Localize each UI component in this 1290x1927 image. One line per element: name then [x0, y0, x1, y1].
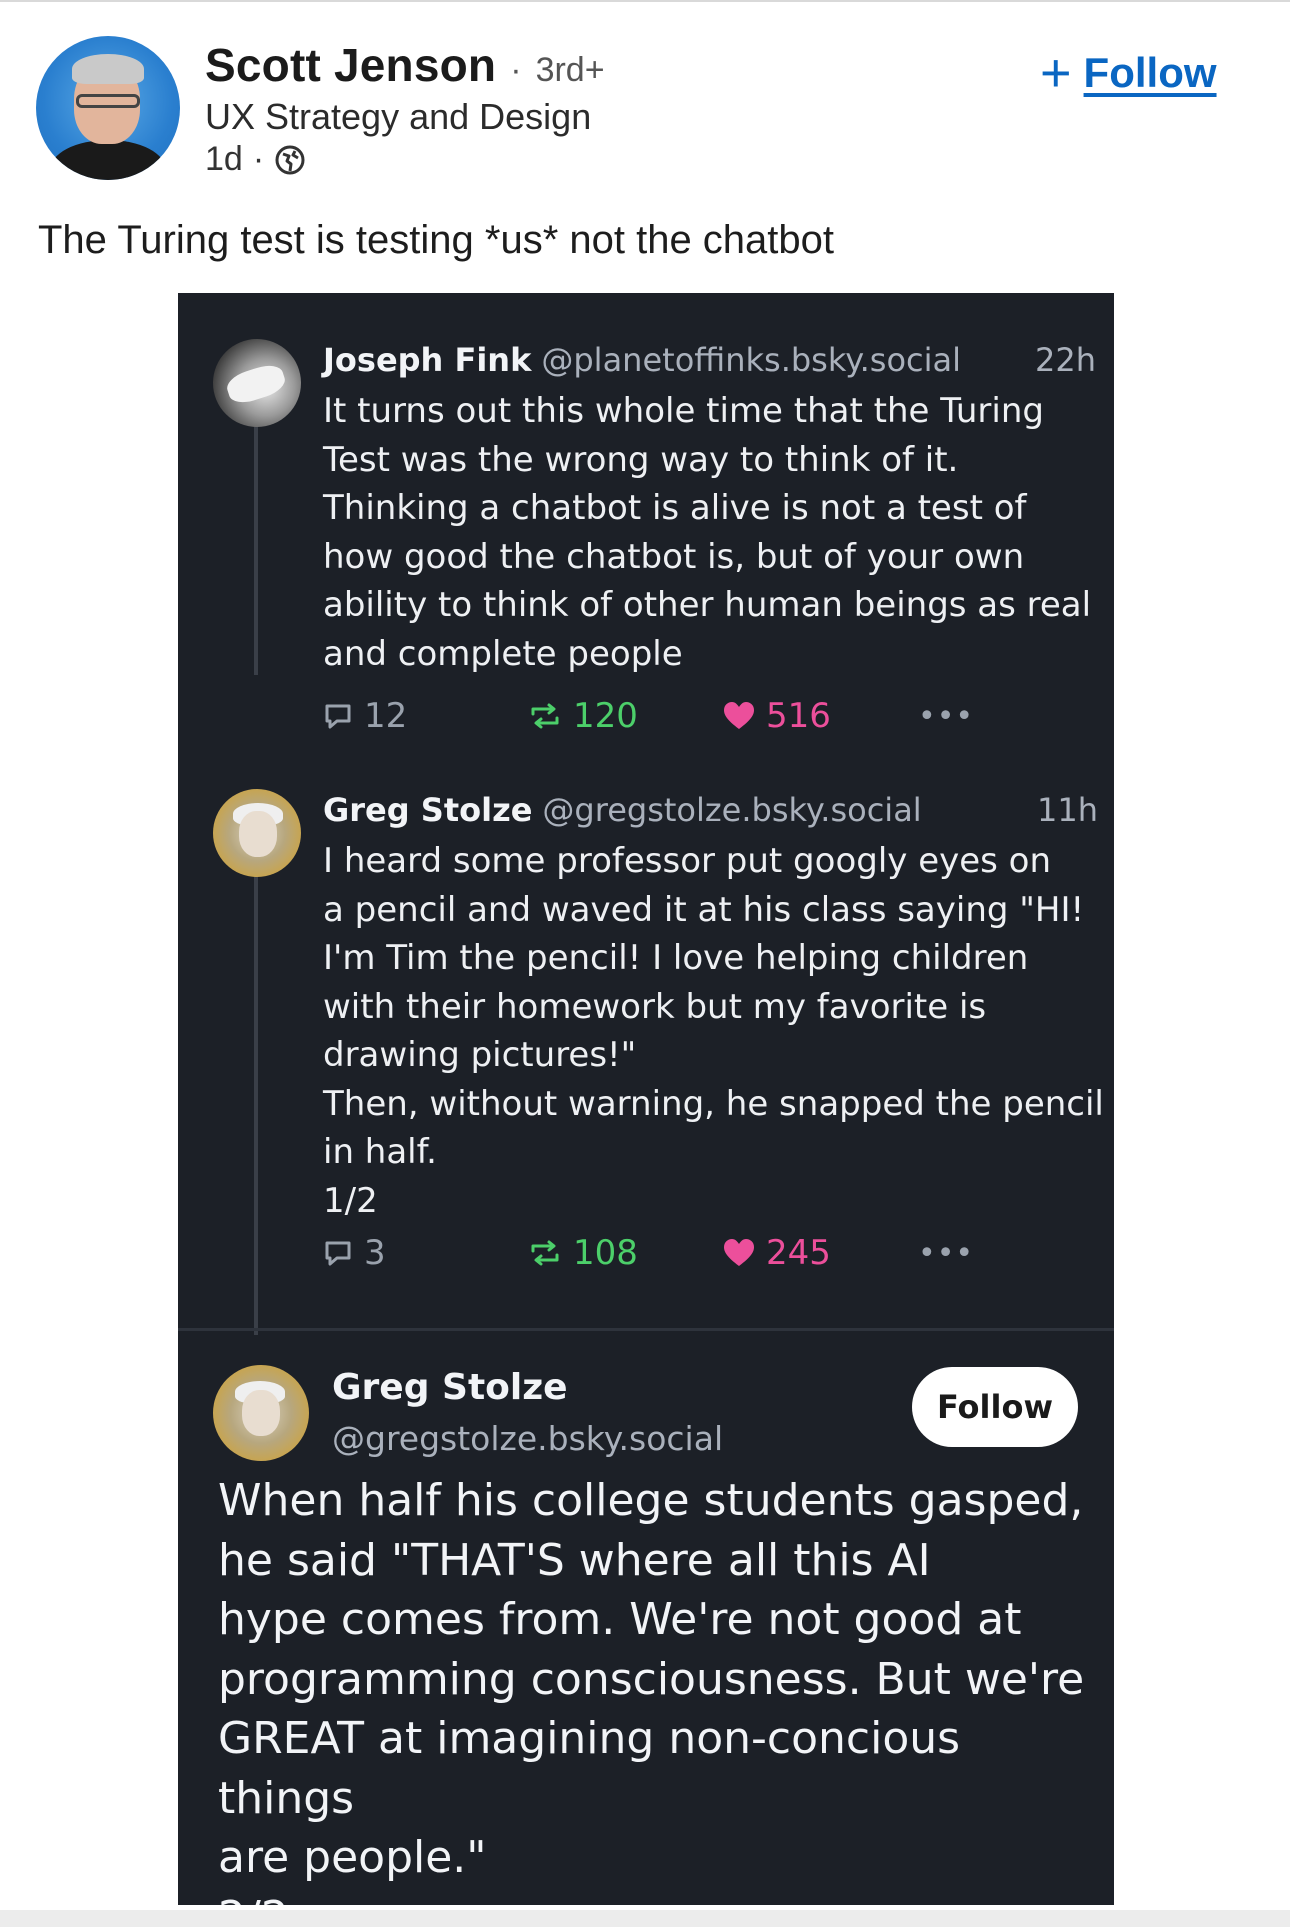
post-meta: 1d ·: [205, 140, 306, 179]
divider: [178, 1328, 1114, 1331]
post-author-name: Greg Stolze: [323, 791, 533, 829]
follow-button[interactable]: + Follow: [1040, 46, 1217, 100]
reply-button[interactable]: 12: [322, 696, 527, 736]
focused-author-handle: @gregstolze.bsky.social: [332, 1419, 724, 1458]
like-count: 245: [766, 1233, 831, 1273]
post-author-name: Joseph Fink: [323, 341, 532, 379]
like-button[interactable]: 245: [722, 1233, 918, 1273]
separator-dot: ·: [252, 140, 265, 178]
thread-line: [254, 405, 258, 675]
post-age: 1d: [205, 140, 243, 178]
like-count: 516: [766, 696, 831, 736]
more-options-icon[interactable]: •••: [918, 1236, 974, 1271]
focused-post-body: When half his college students gasped, h…: [218, 1475, 1085, 1905]
post-body: It turns out this whole time that the Tu…: [323, 391, 1092, 674]
thread-post-header: Joseph Fink @planetoffinks.bsky.social: [323, 341, 961, 379]
avatar[interactable]: [213, 1365, 309, 1461]
reply-button[interactable]: 3: [322, 1233, 527, 1273]
like-button[interactable]: 516: [722, 696, 918, 736]
focused-author-name[interactable]: Greg Stolze: [332, 1367, 568, 1408]
repost-button[interactable]: 120: [527, 696, 722, 736]
more-options-icon[interactable]: •••: [918, 699, 974, 734]
follow-label: Follow: [1083, 49, 1217, 96]
avatar[interactable]: [213, 789, 301, 877]
repost-count: 120: [573, 696, 638, 736]
author-name-row: Scott Jenson · 3rd+: [205, 38, 605, 92]
author-headline: UX Strategy and Design: [205, 96, 592, 137]
separator-dot: ·: [510, 51, 522, 89]
repost-button[interactable]: 108: [527, 1233, 722, 1273]
post-body: I heard some professor put googly eyes o…: [323, 841, 1104, 1221]
repost-icon: [531, 1240, 559, 1266]
bottom-band: [0, 1910, 1290, 1927]
author-name[interactable]: Scott Jenson: [205, 38, 496, 92]
top-divider: [0, 0, 1290, 2]
avatar[interactable]: [213, 339, 301, 427]
author-avatar[interactable]: [36, 36, 180, 180]
connection-degree: 3rd+: [535, 51, 605, 89]
plus-icon: +: [1040, 43, 1072, 103]
heart-icon: [724, 702, 754, 729]
thread-line: [254, 855, 258, 1335]
reply-count: 12: [364, 696, 408, 736]
post-text: The Turing test is testing *us* not the …: [38, 218, 835, 262]
globe-icon: [274, 144, 306, 176]
follow-button[interactable]: Follow: [912, 1367, 1078, 1447]
post-actions: 3 108 245 •••: [322, 1233, 974, 1273]
post-time: 11h: [1037, 791, 1098, 829]
embedded-screenshot[interactable]: Joseph Fink @planetoffinks.bsky.social 2…: [178, 293, 1114, 1905]
heart-icon: [724, 1239, 754, 1266]
reply-icon: [325, 1241, 351, 1266]
reply-icon: [325, 704, 351, 729]
reply-count: 3: [364, 1233, 386, 1273]
post-author-handle: @gregstolze.bsky.social: [542, 791, 922, 829]
repost-icon: [531, 703, 559, 729]
repost-count: 108: [573, 1233, 638, 1273]
thread-post-header: Greg Stolze @gregstolze.bsky.social: [323, 791, 922, 829]
post-time: 22h: [1035, 341, 1096, 379]
post-author-handle: @planetoffinks.bsky.social: [541, 341, 962, 379]
post-actions: 12 120 516 •••: [322, 696, 974, 736]
